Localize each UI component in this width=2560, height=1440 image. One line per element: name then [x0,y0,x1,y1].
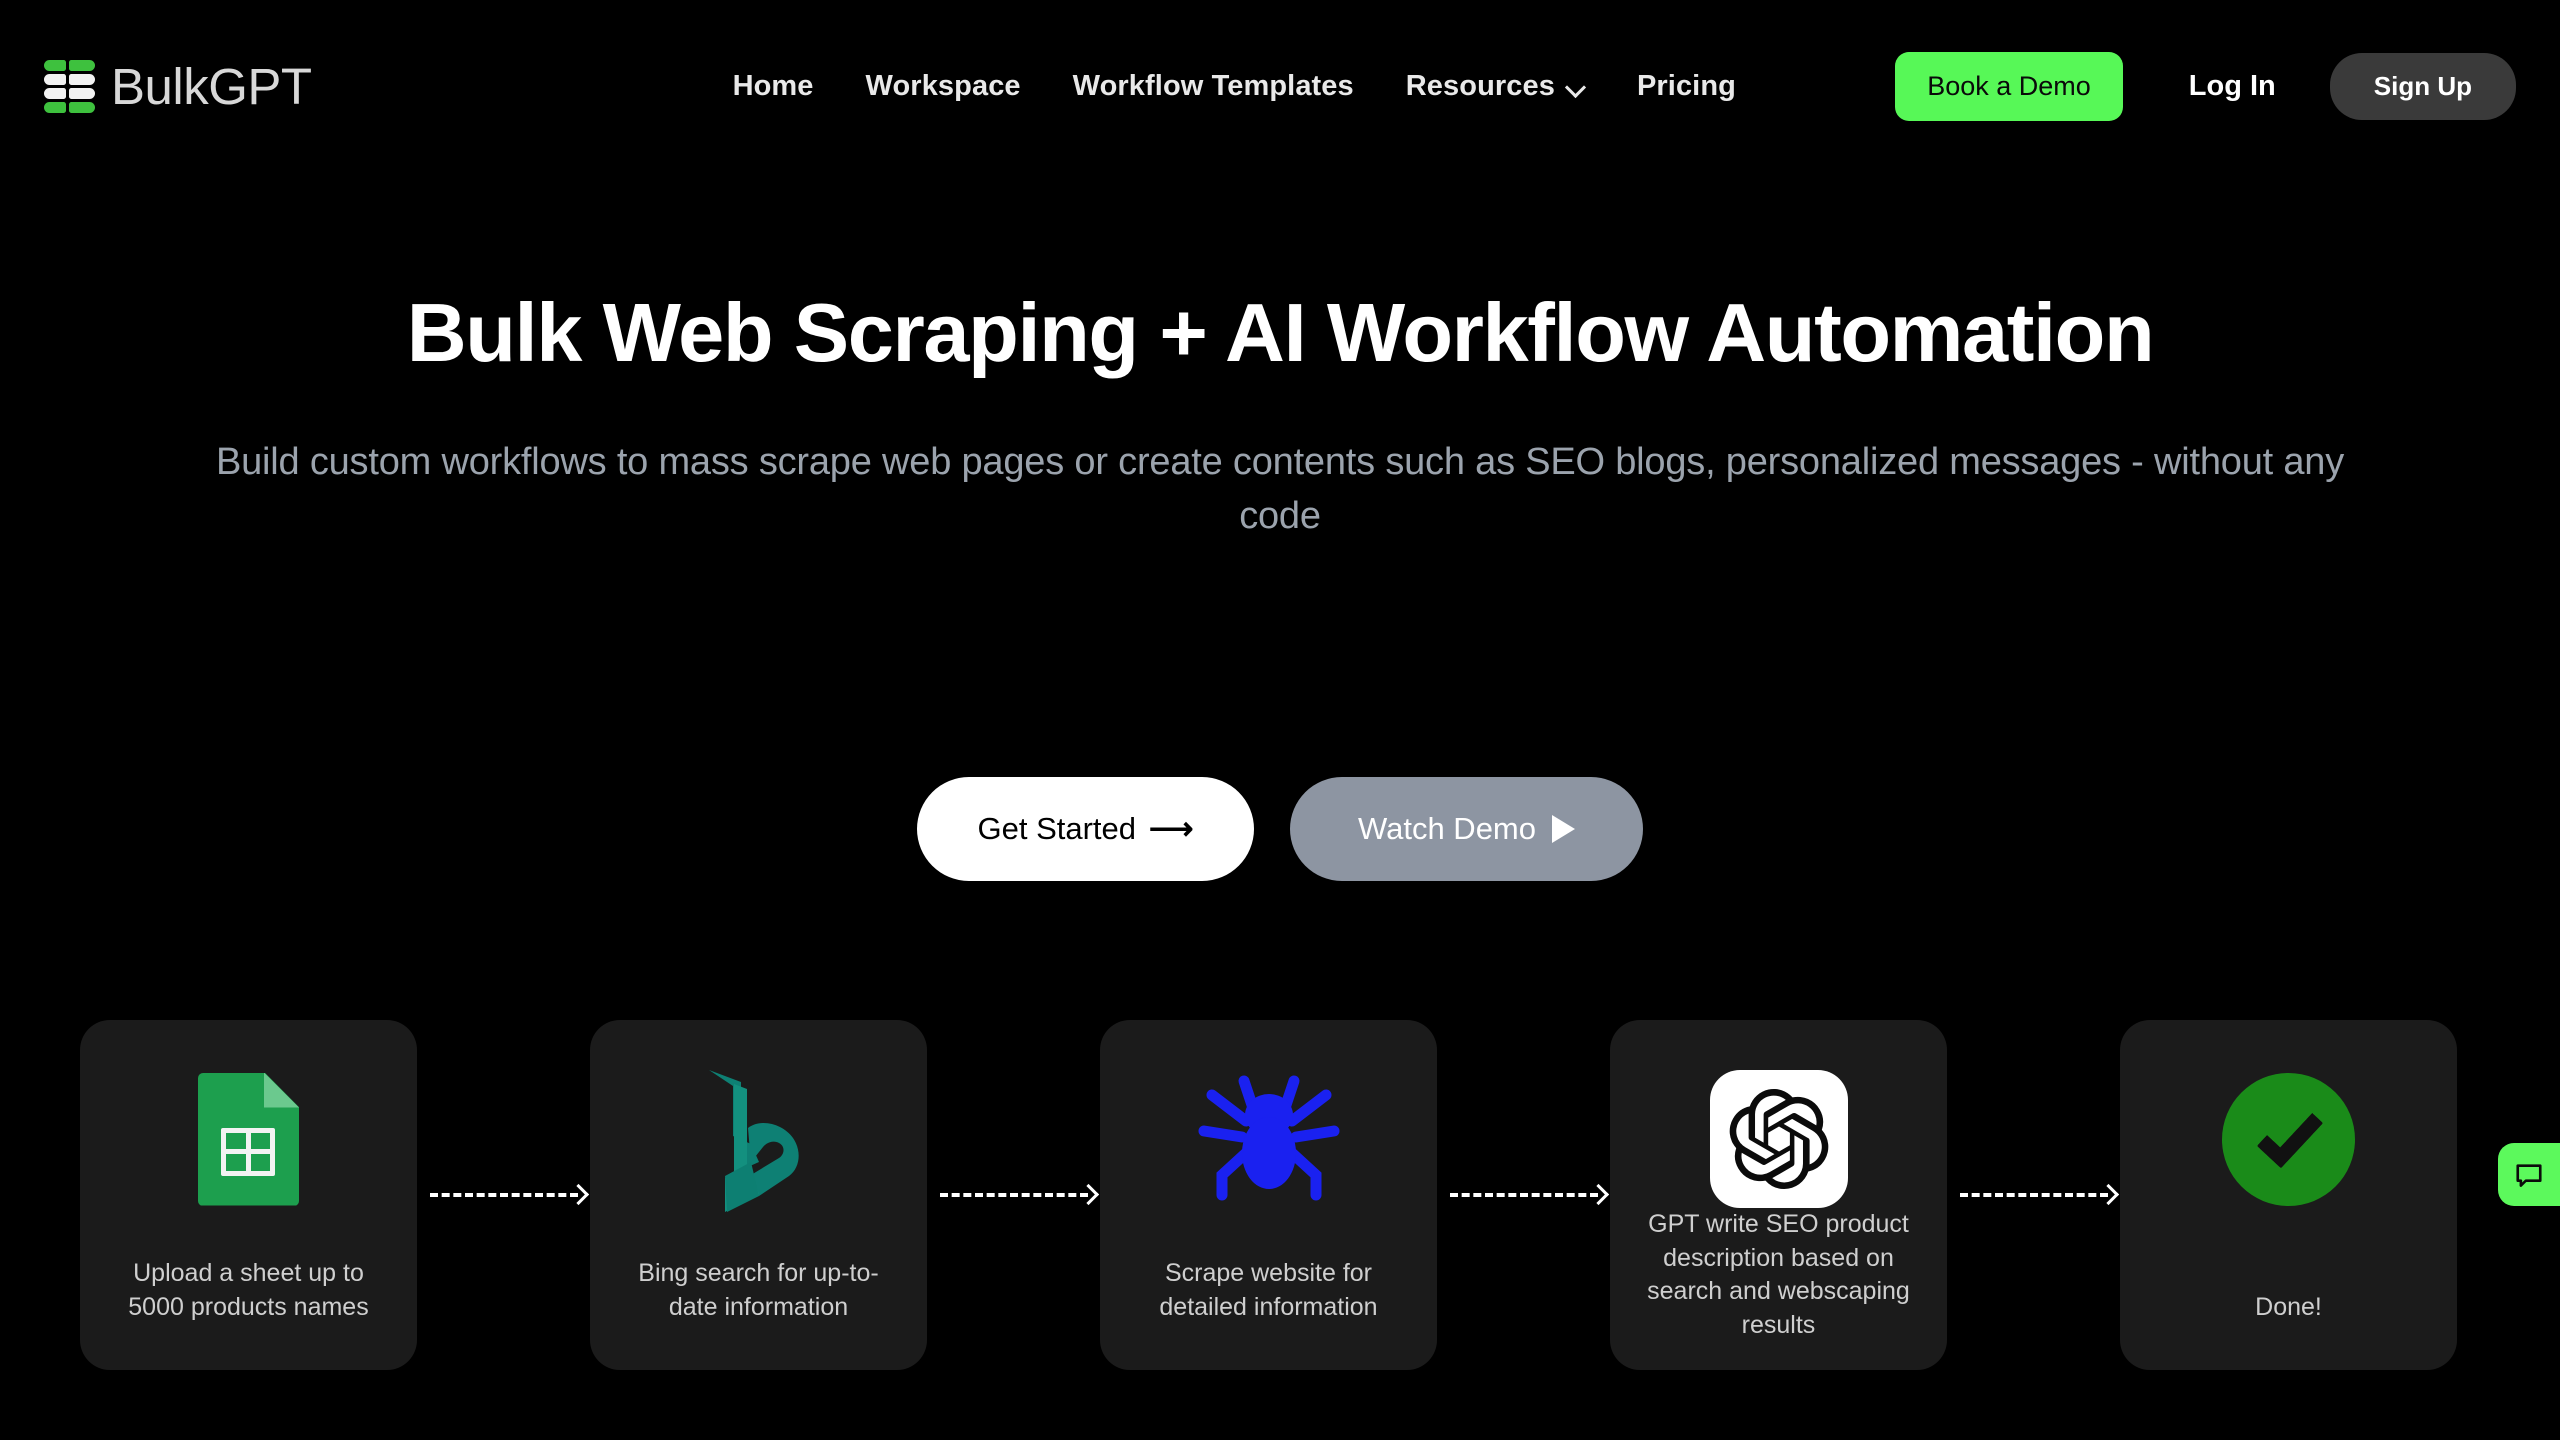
openai-icon [1709,1054,1848,1224]
bing-icon [701,1054,817,1224]
workflow-card-label: Upload a sheet up to 5000 products names [128,1259,369,1321]
workflow-card-scrape[interactable]: Scrape website for detailed information [1100,1020,1437,1370]
spider-icon [1194,1054,1344,1224]
watch-demo-button[interactable]: Watch Demo [1290,777,1643,881]
get-started-label: Get Started [977,811,1137,846]
nav-item-workspace[interactable]: Workspace [840,60,1047,113]
workflow-steps: Upload a sheet up to 5000 products names… [80,1020,2560,1370]
chat-widget-button[interactable] [2498,1143,2560,1206]
get-started-button[interactable]: Get Started ⟶ [917,777,1254,881]
workflow-card-done[interactable]: Done! [2120,1020,2457,1370]
workflow-connector [927,1020,1100,1370]
hero-cta-row: Get Started ⟶ Watch Demo [0,777,2560,881]
nav-item-resources-label: Resources [1405,69,1555,102]
workflow-card-label: GPT write SEO product description based … [1647,1210,1910,1339]
dashed-line-icon [429,1193,578,1197]
workflow-card-label: Done! [2255,1292,2322,1321]
nav-item-resources[interactable]: Resources [1380,60,1611,113]
nav-item-workflow-templates[interactable]: Workflow Templates [1047,60,1380,113]
brand-name: BulkGPT [111,57,312,115]
dashed-line-icon [1959,1193,2108,1197]
workflow-card-gpt[interactable]: GPT write SEO product description based … [1610,1020,1947,1370]
spider-svg [1198,1075,1339,1201]
bulkgpt-logo-icon [44,59,95,113]
book-demo-button[interactable]: Book a Demo [1895,51,2123,121]
workflow-card-label: Bing search for up-to-date information [638,1259,879,1321]
watch-demo-label: Watch Demo [1357,811,1536,846]
header-actions: Book a Demo Log In Sign Up [1859,51,2516,121]
login-link[interactable]: Log In [2163,60,2302,113]
arrow-right-icon: ⟶ [1149,810,1194,846]
play-icon [1552,815,1575,843]
page-title: Bulk Web Scraping + AI Workflow Automati… [406,286,2155,379]
google-sheets-icon [198,1054,299,1224]
dashed-line-icon [939,1193,1088,1197]
hero-subtitle: Build custom workflows to mass scrape we… [215,441,2345,538]
openai-logo-svg [1729,1089,1828,1189]
chat-bubble-icon [2516,1163,2542,1187]
nav-item-pricing[interactable]: Pricing [1611,60,1762,113]
workflow-card-label: Scrape website for detailed information [1159,1259,1378,1321]
hero-section: Bulk Web Scraping + AI Workflow Automati… [0,172,2560,544]
check-circle-icon [2222,1054,2355,1224]
workflow-connector [1947,1020,2120,1370]
brand-logo[interactable]: BulkGPT [44,59,312,113]
workflow-connector [1437,1020,1610,1370]
chevron-down-icon [1567,79,1585,97]
workflow-connector [417,1020,590,1370]
workflow-card-bing[interactable]: Bing search for up-to-date information [590,1020,927,1370]
dashed-line-icon [1449,1193,1598,1197]
nav-item-home[interactable]: Home [707,60,840,113]
signup-button[interactable]: Sign Up [2329,52,2516,120]
bing-logo-svg [708,1070,799,1212]
primary-navigation: Home Workspace Workflow Templates Resour… [707,60,1762,113]
site-header: BulkGPT Home Workspace Workflow Template… [0,0,2560,172]
workflow-card-upload[interactable]: Upload a sheet up to 5000 products names [80,1020,417,1370]
